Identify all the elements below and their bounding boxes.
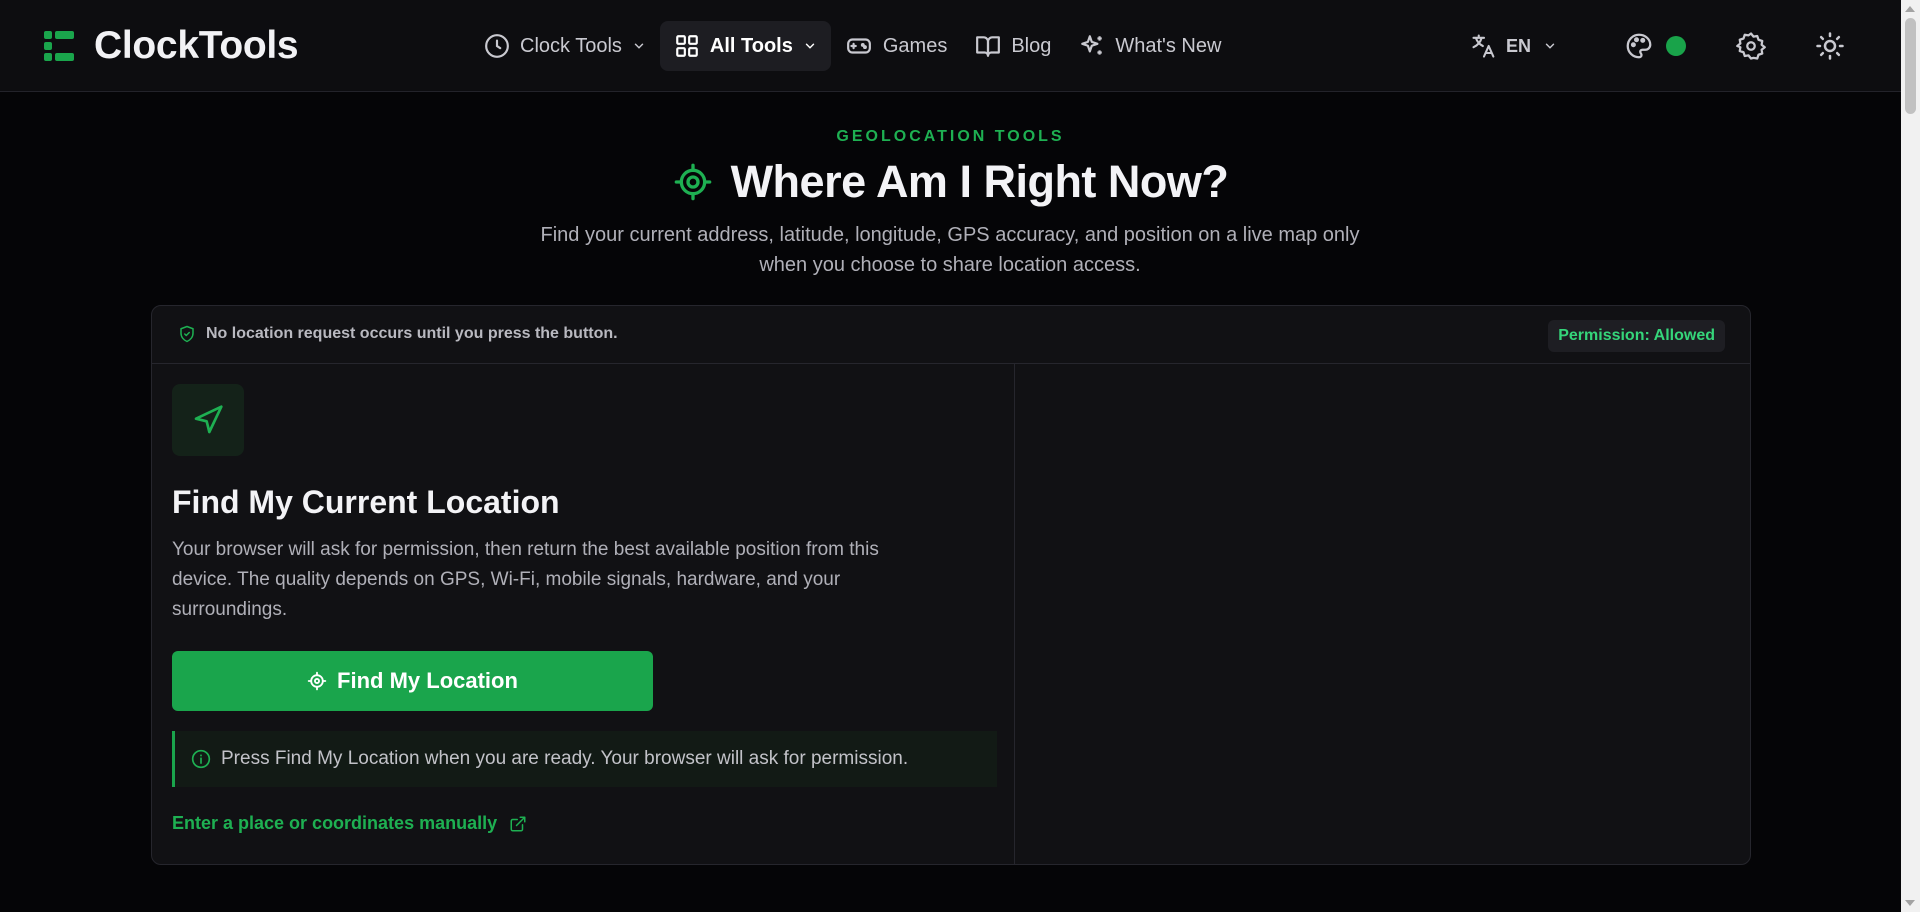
- theme-toggle-button[interactable]: [1815, 21, 1845, 71]
- shield-check-icon: [180, 325, 194, 343]
- find-my-location-button[interactable]: Find My Location: [172, 651, 653, 711]
- nav-whats-new-label: What's New: [1115, 34, 1222, 57]
- card-toolbar: No location request occurs until you pre…: [152, 306, 1750, 364]
- brand-logo[interactable]: ClockTools: [44, 24, 299, 68]
- nav-blog-label: Blog: [1011, 34, 1052, 57]
- find-my-location-label: Find My Location: [337, 668, 518, 693]
- page-title: Where Am I Right Now?: [0, 156, 1901, 208]
- privacy-notice-text: No location request occurs until you pre…: [206, 325, 618, 342]
- page-subtitle: Find your current address, latitude, lon…: [540, 224, 1360, 276]
- gamepad-icon: [846, 38, 871, 54]
- grid-icon: [676, 35, 698, 57]
- chevron-down-icon: [634, 43, 644, 49]
- navigation-arrow-icon: [194, 405, 223, 434]
- palette-icon: [1626, 33, 1652, 59]
- chevron-down-icon: [1545, 43, 1555, 49]
- main-nav: Clock Tools All Tools Games Blog What's …: [470, 21, 1235, 71]
- scroll-up-arrow[interactable]: [1905, 6, 1915, 12]
- top-header: ClockTools Clock Tools All Tools Games B…: [0, 0, 1901, 92]
- panel-title: Find My Current Location: [172, 484, 560, 520]
- info-message: Press Find My Location when you are read…: [172, 731, 997, 787]
- nav-clock-tools[interactable]: Clock Tools: [470, 21, 660, 71]
- gear-icon: [1736, 32, 1766, 60]
- crosshair-icon: [674, 163, 711, 201]
- section-eyebrow: GEOLOCATION TOOLS: [836, 128, 1065, 145]
- permission-status-badge: Permission: Allowed: [1548, 320, 1725, 352]
- location-panel: Find My Current Location Your browser wi…: [172, 384, 1002, 834]
- settings-button[interactable]: [1736, 21, 1766, 71]
- nav-blog[interactable]: Blog: [961, 21, 1065, 71]
- manual-entry-link[interactable]: Enter a place or coordinates manually: [172, 813, 1002, 834]
- page-title-text: Where Am I Right Now?: [730, 156, 1229, 207]
- navigation-tile: [172, 384, 244, 456]
- language-selector[interactable]: EN: [1470, 21, 1557, 71]
- manual-entry-link-text: Enter a place or coordinates manually: [172, 813, 498, 833]
- nav-all-tools[interactable]: All Tools: [659, 21, 831, 71]
- external-link-icon: [510, 816, 526, 831]
- chevron-down-icon: [805, 43, 815, 49]
- translate-icon: [1472, 34, 1495, 58]
- nav-all-tools-label: All Tools: [709, 34, 793, 57]
- scrollbar-thumb[interactable]: [1905, 18, 1916, 114]
- nav-games[interactable]: Games: [831, 21, 961, 71]
- location-card: No location request occurs until you pre…: [151, 305, 1751, 865]
- panel-description: Your browser will ask for permission, th…: [172, 539, 879, 620]
- pane-divider: [1014, 364, 1015, 865]
- info-icon: [191, 749, 211, 769]
- sparkles-icon: [1081, 35, 1103, 55]
- page-scrollbar[interactable]: [1901, 0, 1920, 912]
- logo-icon: [44, 31, 74, 61]
- theme-color-indicator: [1666, 36, 1686, 56]
- book-icon: [976, 36, 1001, 57]
- scroll-down-arrow[interactable]: [1905, 900, 1915, 906]
- info-message-text: Press Find My Location when you are read…: [221, 748, 909, 769]
- color-theme-button[interactable]: [1624, 21, 1686, 71]
- clock-icon: [485, 34, 509, 58]
- nav-games-label: Games: [882, 34, 948, 57]
- language-code: EN: [1506, 35, 1532, 56]
- nav-whats-new[interactable]: What's New: [1065, 21, 1235, 71]
- crosshair-icon: [307, 671, 327, 691]
- brand-name: ClockTools: [94, 24, 299, 67]
- privacy-notice: No location request occurs until you pre…: [178, 325, 618, 343]
- sun-icon: [1816, 32, 1844, 60]
- nav-clock-tools-label: Clock Tools: [520, 34, 622, 57]
